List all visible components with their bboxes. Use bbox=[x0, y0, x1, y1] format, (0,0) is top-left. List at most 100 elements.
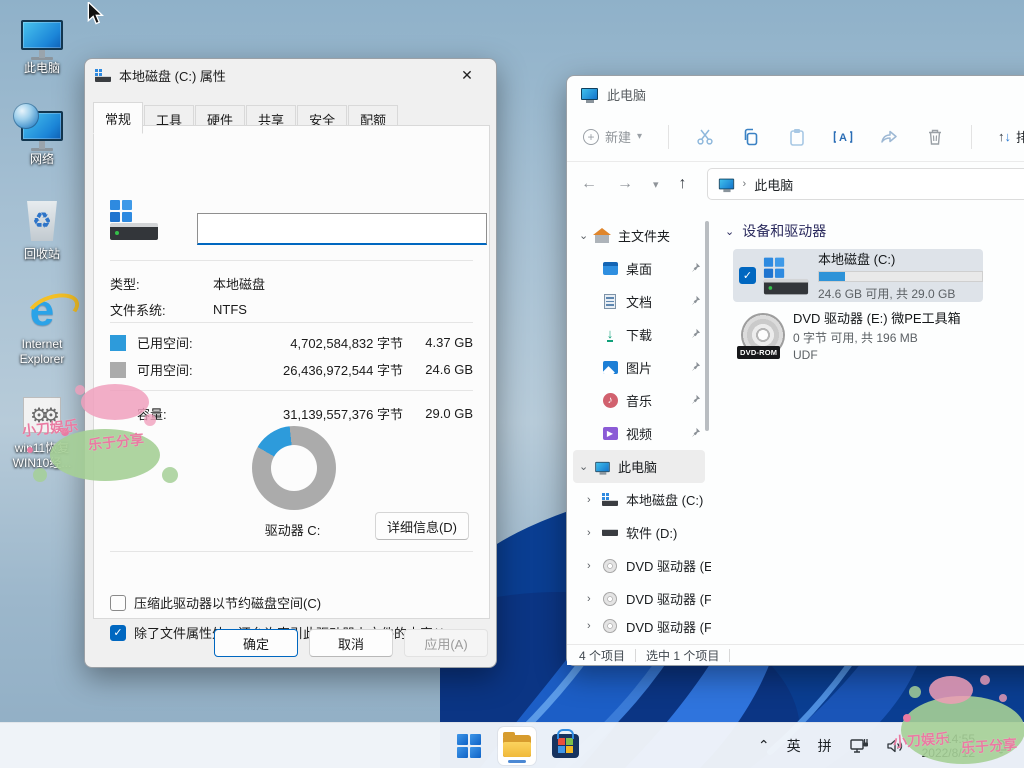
ime-language-pinyin[interactable]: 拼 bbox=[818, 736, 832, 756]
dvd-drive-icon bbox=[601, 558, 619, 574]
used-space-label: 已用空间: bbox=[137, 333, 219, 352]
drive-info: 24.6 GB 可用, 共 29.0 GB bbox=[818, 285, 983, 302]
sidebar-item-dvd-clipped[interactable]: › DVD 驱动器 (F:) bbox=[567, 615, 711, 637]
taskbar-clock[interactable]: 14:55 2022/8/12 bbox=[922, 732, 975, 760]
divider bbox=[110, 322, 473, 323]
desktop-icon-this-pc[interactable]: 此电脑 bbox=[0, 12, 84, 75]
cancel-button[interactable]: 取消 bbox=[309, 629, 393, 657]
sidebar-item-documents[interactable]: 文档 bbox=[567, 285, 711, 318]
dialog-titlebar[interactable]: 本地磁盘 (C:) 属性 ✕ bbox=[85, 59, 496, 91]
forward-button[interactable]: → bbox=[617, 175, 633, 193]
rename-button[interactable]: A bbox=[833, 127, 853, 147]
pin-icon bbox=[690, 427, 701, 438]
chevron-right-icon: › bbox=[587, 593, 601, 605]
ime-language-en[interactable]: 英 bbox=[787, 736, 801, 756]
address-bar[interactable]: › 此电脑 bbox=[707, 168, 1024, 200]
share-button[interactable] bbox=[879, 127, 899, 147]
cut-button[interactable] bbox=[695, 127, 715, 147]
used-space-bytes: 4,702,584,832 字节 bbox=[219, 333, 403, 352]
sidebar-item-videos[interactable]: ▶ 视频 bbox=[567, 417, 711, 450]
disk-usage-donut bbox=[252, 426, 336, 510]
system-tray: ⌃ 英 拼 14:55 2022/8/12 z bbox=[758, 723, 1010, 768]
type-value: 本地磁盘 bbox=[213, 274, 265, 293]
chevron-down-icon: ⌄ bbox=[579, 460, 593, 473]
sidebar-item-home[interactable]: ⌄ 主文件夹 bbox=[567, 219, 711, 252]
desktop-icon-internet-explorer[interactable]: e Internet Explorer bbox=[0, 288, 84, 367]
sidebar-item-downloads[interactable]: ↓ 下载 bbox=[567, 318, 711, 351]
sidebar-item-music[interactable]: ♪ 音乐 bbox=[567, 384, 711, 417]
chevron-down-icon: ⌄ bbox=[579, 229, 593, 242]
sidebar-label: 下载 bbox=[626, 325, 652, 344]
start-button[interactable] bbox=[450, 727, 488, 765]
apply-button[interactable]: 应用(A) bbox=[404, 629, 488, 657]
sidebar-item-pictures[interactable]: 图片 bbox=[567, 351, 711, 384]
sidebar-item-desktop[interactable]: 桌面 bbox=[567, 252, 711, 285]
details-button[interactable]: 详细信息(D) bbox=[375, 512, 469, 540]
selection-checkbox[interactable]: ✓ bbox=[739, 267, 756, 284]
plus-icon: + bbox=[583, 129, 599, 145]
compress-checkbox-row[interactable]: 压缩此驱动器以节约磁盘空间(C) bbox=[110, 593, 473, 612]
filesystem-label: 文件系统: bbox=[110, 300, 213, 319]
ok-button[interactable]: 确定 bbox=[214, 629, 298, 657]
drive-tile-c[interactable]: ✓ 本地磁盘 (C:) 24.6 GB 可用, 共 29.0 GB bbox=[733, 249, 983, 302]
delete-button[interactable] bbox=[925, 127, 945, 147]
toolbar-divider bbox=[668, 125, 669, 149]
sidebar-item-dvd-e[interactable]: › DVD 驱动器 (E bbox=[567, 549, 711, 582]
dialog-buttons: 确定 取消 应用(A) bbox=[85, 619, 496, 667]
sidebar-item-drive-c[interactable]: › 本地磁盘 (C:) bbox=[567, 483, 711, 516]
file-explorer-taskbar-button[interactable] bbox=[498, 727, 536, 765]
history-chevron-icon[interactable]: ▾ bbox=[653, 178, 659, 191]
chevron-right-icon: › bbox=[587, 620, 601, 632]
tab-page-general: 类型: 本地磁盘 文件系统: NTFS 已用空间: 4,702,584,832 … bbox=[93, 125, 490, 619]
explorer-navbar: ← → ▾ ↑ › 此电脑 bbox=[567, 162, 1024, 206]
tab-general[interactable]: 常规 bbox=[93, 102, 143, 134]
up-button[interactable]: ↑ bbox=[679, 175, 687, 193]
sidebar-label: 视频 bbox=[626, 424, 652, 443]
capacity-row: 容量: 31,139,557,376 字节 29.0 GB bbox=[110, 404, 473, 423]
pin-icon bbox=[690, 295, 701, 306]
explorer-titlebar[interactable]: 此电脑 bbox=[567, 76, 1024, 112]
pin-icon bbox=[690, 328, 701, 339]
compress-checkbox[interactable] bbox=[110, 595, 126, 611]
sidebar-label: 桌面 bbox=[626, 259, 652, 278]
desktop-icon-win11-restore[interactable]: ⚙⚙ win11恢复 WIN10经... bbox=[0, 392, 84, 471]
clock-date: 2022/8/12 bbox=[922, 746, 975, 760]
section-devices-and-drives[interactable]: ⌄ 设备和驱动器 bbox=[725, 221, 1024, 241]
new-button[interactable]: + 新建 ▾ bbox=[583, 127, 642, 146]
paste-button[interactable] bbox=[787, 127, 807, 147]
sidebar-item-this-pc[interactable]: ⌄ 此电脑 bbox=[573, 450, 705, 483]
sort-button[interactable]: ↑↓ 排序 bbox=[998, 127, 1024, 146]
mouse-cursor bbox=[86, 2, 104, 26]
desktop-icon-label: 网络 bbox=[0, 152, 84, 166]
svg-text:z: z bbox=[1005, 739, 1008, 745]
this-pc-icon bbox=[21, 20, 63, 50]
drive-icon bbox=[95, 69, 111, 82]
back-button[interactable]: ← bbox=[581, 175, 597, 193]
hidden-icons-chevron[interactable]: ⌃ bbox=[758, 737, 770, 754]
drive-tile-dvd-e[interactable]: DVD-ROM DVD 驱动器 (E:) 微PE工具箱 0 字节 可用, 共 1… bbox=[741, 309, 991, 361]
copy-button[interactable] bbox=[741, 127, 761, 147]
section-header-label: 设备和驱动器 bbox=[742, 221, 826, 241]
network-icon[interactable] bbox=[849, 737, 869, 755]
sidebar-item-dvd-f[interactable]: › DVD 驱动器 (F bbox=[567, 582, 711, 615]
speaker-icon[interactable] bbox=[886, 738, 905, 754]
notification-bell-icon[interactable]: z bbox=[992, 737, 1010, 755]
paste-icon bbox=[788, 128, 806, 146]
volume-label-input[interactable] bbox=[197, 213, 487, 245]
rename-icon: A bbox=[833, 128, 853, 146]
sidebar-scrollbar[interactable] bbox=[705, 221, 709, 431]
drive-name: DVD 驱动器 (E:) 微PE工具箱 bbox=[793, 308, 961, 327]
svg-text:A: A bbox=[839, 132, 847, 144]
store-taskbar-button[interactable] bbox=[546, 727, 584, 765]
this-pc-icon bbox=[581, 88, 598, 100]
home-icon bbox=[593, 228, 611, 244]
desktop-folder-icon bbox=[601, 261, 619, 277]
used-space-size: 4.37 GB bbox=[403, 335, 473, 350]
pin-icon bbox=[690, 361, 701, 372]
close-icon[interactable]: ✕ bbox=[448, 62, 486, 88]
trash-icon bbox=[927, 128, 943, 146]
desktop-icon-network[interactable]: 网络 bbox=[0, 103, 84, 166]
chevron-right-icon: › bbox=[587, 560, 601, 572]
sidebar-item-drive-d[interactable]: › 软件 (D:) bbox=[567, 516, 711, 549]
desktop-icon-recycle-bin[interactable]: ♻ 回收站 bbox=[0, 198, 84, 261]
